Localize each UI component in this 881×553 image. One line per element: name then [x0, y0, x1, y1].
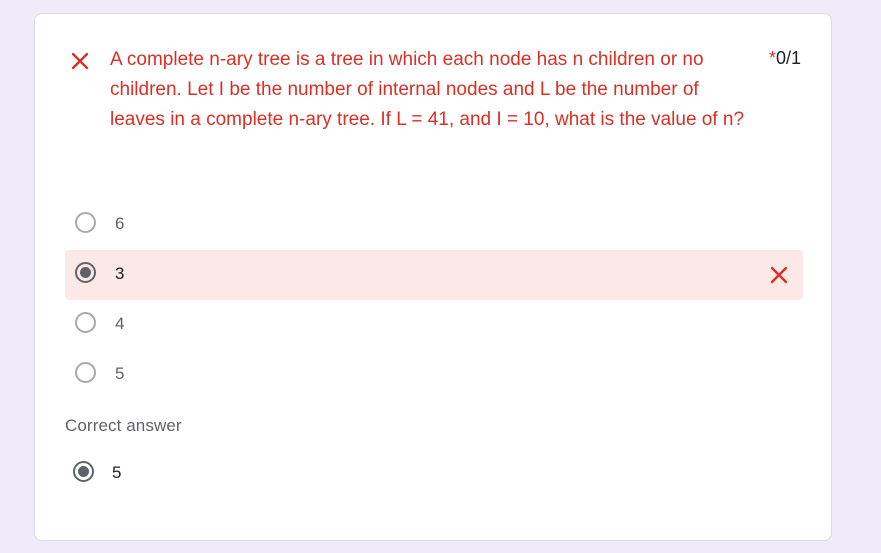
correct-answer-label: 5 [112, 463, 122, 482]
question-text: A complete n-ary tree is a tree in which… [110, 49, 745, 130]
option-label: 3 [115, 264, 125, 283]
correct-answer-heading: Correct answer [65, 416, 182, 435]
option-label: 5 [115, 364, 125, 383]
radio-button[interactable] [75, 312, 96, 333]
score-display: *0/1 [769, 48, 801, 69]
option-6[interactable]: 6 [65, 200, 803, 250]
radio-button-selected[interactable] [75, 262, 96, 283]
option-4[interactable]: 4 [65, 300, 803, 350]
option-label: 4 [115, 314, 125, 333]
radio-button[interactable] [75, 212, 96, 233]
radio-button[interactable] [75, 362, 96, 383]
option-label: 6 [115, 214, 125, 233]
question-card: A complete n-ary tree is a tree in which… [34, 13, 832, 541]
required-marker: * [768, 48, 776, 68]
close-icon [71, 52, 89, 70]
wrong-answer-icon [770, 266, 788, 284]
option-5[interactable]: 5 [65, 350, 803, 400]
score-value: 0/1 [775, 48, 801, 68]
radio-button-selected [73, 461, 94, 482]
correct-answer-option: 5 [65, 460, 365, 500]
option-3[interactable]: 3 [65, 250, 803, 300]
